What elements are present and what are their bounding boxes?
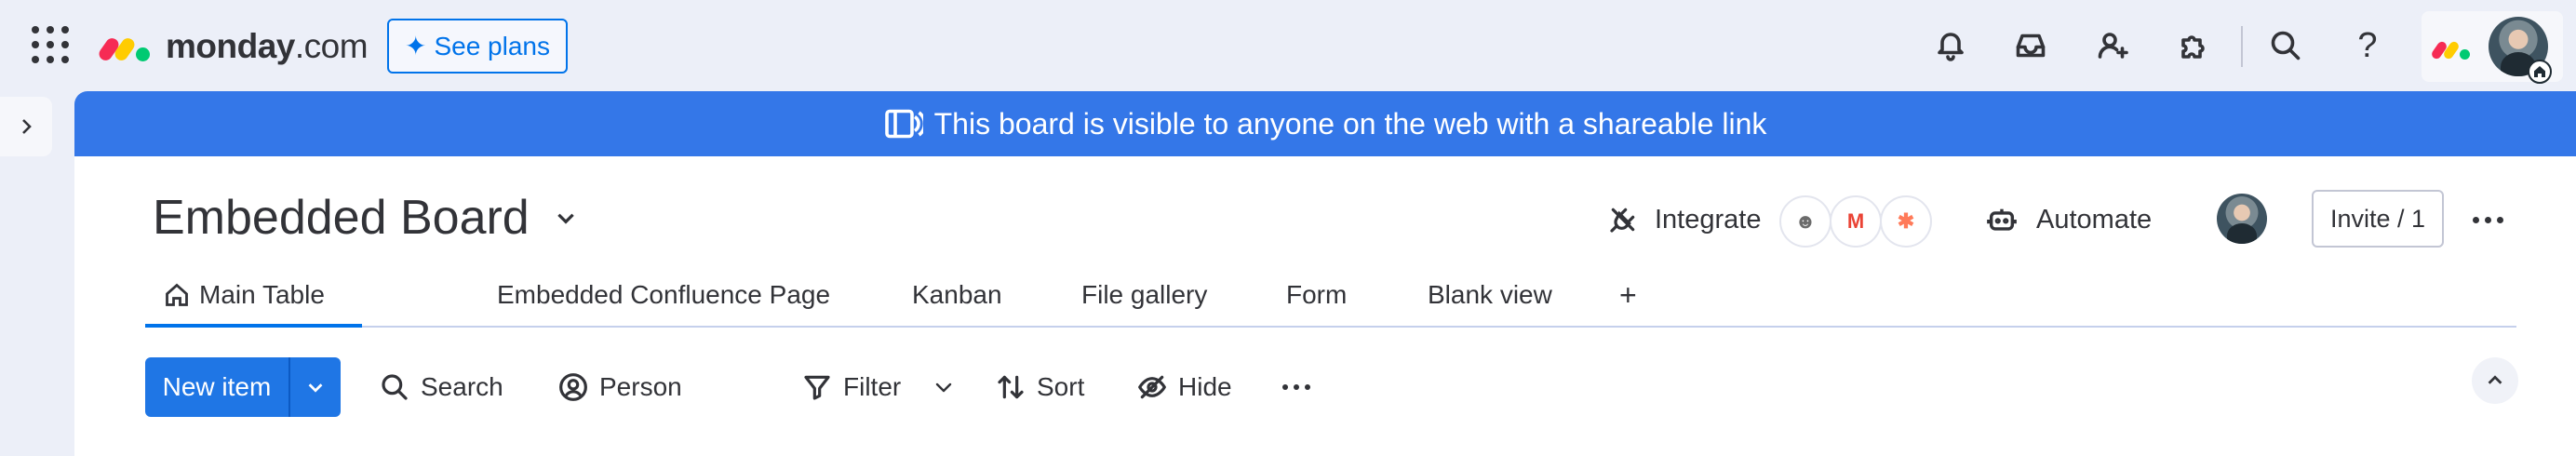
new-item-button[interactable]: New item: [145, 357, 341, 417]
board-panel: This board is visible to anyone on the w…: [74, 91, 2576, 456]
chevron-down-icon: [308, 383, 323, 393]
share-link-icon: [884, 109, 923, 139]
home-badge-icon: [2528, 60, 2552, 84]
robot-icon: [1987, 208, 2017, 231]
tab-blank-view[interactable]: Blank view: [1428, 264, 1552, 326]
search-button[interactable]: Search: [380, 357, 503, 417]
logo-text: monday.com: [166, 27, 369, 66]
sparkle-icon: ✦: [404, 32, 427, 60]
tab-form[interactable]: Form: [1286, 264, 1347, 326]
chevron-down-icon: [935, 382, 952, 393]
search-icon: [382, 374, 408, 400]
integration-logos[interactable]: ☻ M ✱: [1779, 194, 1938, 249]
invite-person-icon[interactable]: [2090, 23, 2135, 68]
chevron-down-icon: [557, 213, 574, 224]
monday-mini-logo-icon: [2430, 35, 2472, 61]
tab-label: Blank view: [1428, 280, 1552, 309]
board-member-avatar[interactable]: [2217, 194, 2267, 244]
tab-label: File gallery: [1081, 280, 1208, 309]
integrate-label: Integrate: [1655, 204, 1762, 235]
monday-logo-mark-icon: [96, 32, 154, 63]
tab-kanban[interactable]: Kanban: [912, 264, 1002, 326]
public-board-banner: This board is visible to anyone on the w…: [74, 91, 2576, 156]
automate-button[interactable]: Automate: [1986, 195, 2152, 244]
hide-label: Hide: [1178, 372, 1232, 401]
filter-dropdown[interactable]: [932, 357, 955, 417]
tab-label: Embedded Confluence Page: [497, 280, 831, 309]
collapse-header-button[interactable]: [2472, 357, 2518, 404]
toolbar-more-options-icon[interactable]: [1282, 357, 1310, 417]
puzzle-icon[interactable]: [2172, 23, 2217, 68]
board-title-text: Embedded Board: [153, 191, 530, 245]
expand-sidebar-button[interactable]: [0, 97, 52, 156]
invite-button[interactable]: Invite / 1: [2312, 190, 2444, 248]
new-item-dropdown[interactable]: [290, 377, 341, 397]
eye-off-icon: [1138, 375, 1166, 399]
apps-grid-icon[interactable]: [32, 26, 69, 63]
top-bar: monday.com ✦ See plans ?: [0, 0, 2576, 91]
logo-name: monday: [166, 27, 295, 65]
gmail-icon: M: [1830, 195, 1882, 248]
hide-button[interactable]: Hide: [1137, 357, 1232, 417]
banner-text: This board is visible to anyone on the w…: [933, 106, 1767, 141]
filter-label: Filter: [843, 372, 902, 401]
search-icon[interactable]: [2263, 23, 2308, 68]
topbar-divider: [2241, 26, 2243, 67]
mailchimp-icon: ☻: [1779, 195, 1831, 248]
automate-label: Automate: [2036, 204, 2153, 235]
board-view-tabs: Main Table Embedded Confluence Page Kanb…: [145, 264, 2516, 328]
chevron-up-icon: [2488, 375, 2502, 384]
chevron-right-icon: [22, 119, 32, 134]
inbox-icon[interactable]: [2008, 23, 2053, 68]
monday-logo[interactable]: monday.com: [96, 27, 369, 66]
see-plans-label: See plans: [434, 31, 550, 60]
person-circle-icon: [559, 373, 587, 401]
sort-icon: [998, 375, 1024, 399]
sort-label: Sort: [1037, 372, 1085, 401]
person-label: Person: [599, 372, 682, 401]
tab-label: Form: [1286, 280, 1348, 309]
see-plans-button[interactable]: ✦ See plans: [387, 19, 568, 74]
invite-label: Invite / 1: [2329, 204, 2426, 233]
plug-icon: [1610, 208, 1635, 233]
tab-file-gallery[interactable]: File gallery: [1081, 264, 1207, 326]
sort-button[interactable]: Sort: [996, 357, 1084, 417]
search-label: Search: [421, 372, 503, 401]
tab-label: Main Table: [199, 280, 325, 309]
person-filter-button[interactable]: Person: [558, 357, 682, 417]
home-icon: [166, 283, 188, 306]
tab-embedded-confluence-page[interactable]: Embedded Confluence Page: [497, 264, 830, 326]
hubspot-icon: ✱: [1880, 195, 1932, 248]
board-title[interactable]: Embedded Board: [153, 190, 578, 246]
tab-main-table[interactable]: Main Table: [145, 264, 362, 328]
help-icon[interactable]: ?: [2345, 23, 2390, 68]
logo-suffix: .com: [294, 27, 369, 65]
bell-icon[interactable]: [1928, 23, 1973, 68]
filter-icon: [804, 375, 830, 400]
integrate-button[interactable]: Integrate: [1608, 195, 1761, 244]
filter-button[interactable]: Filter: [802, 357, 901, 417]
board-more-options-icon[interactable]: [2464, 201, 2511, 238]
new-item-label: New item: [162, 372, 272, 401]
tab-label: Kanban: [912, 280, 1002, 309]
add-view-label: +: [1619, 277, 1637, 312]
add-view-button[interactable]: +: [1619, 264, 1637, 326]
